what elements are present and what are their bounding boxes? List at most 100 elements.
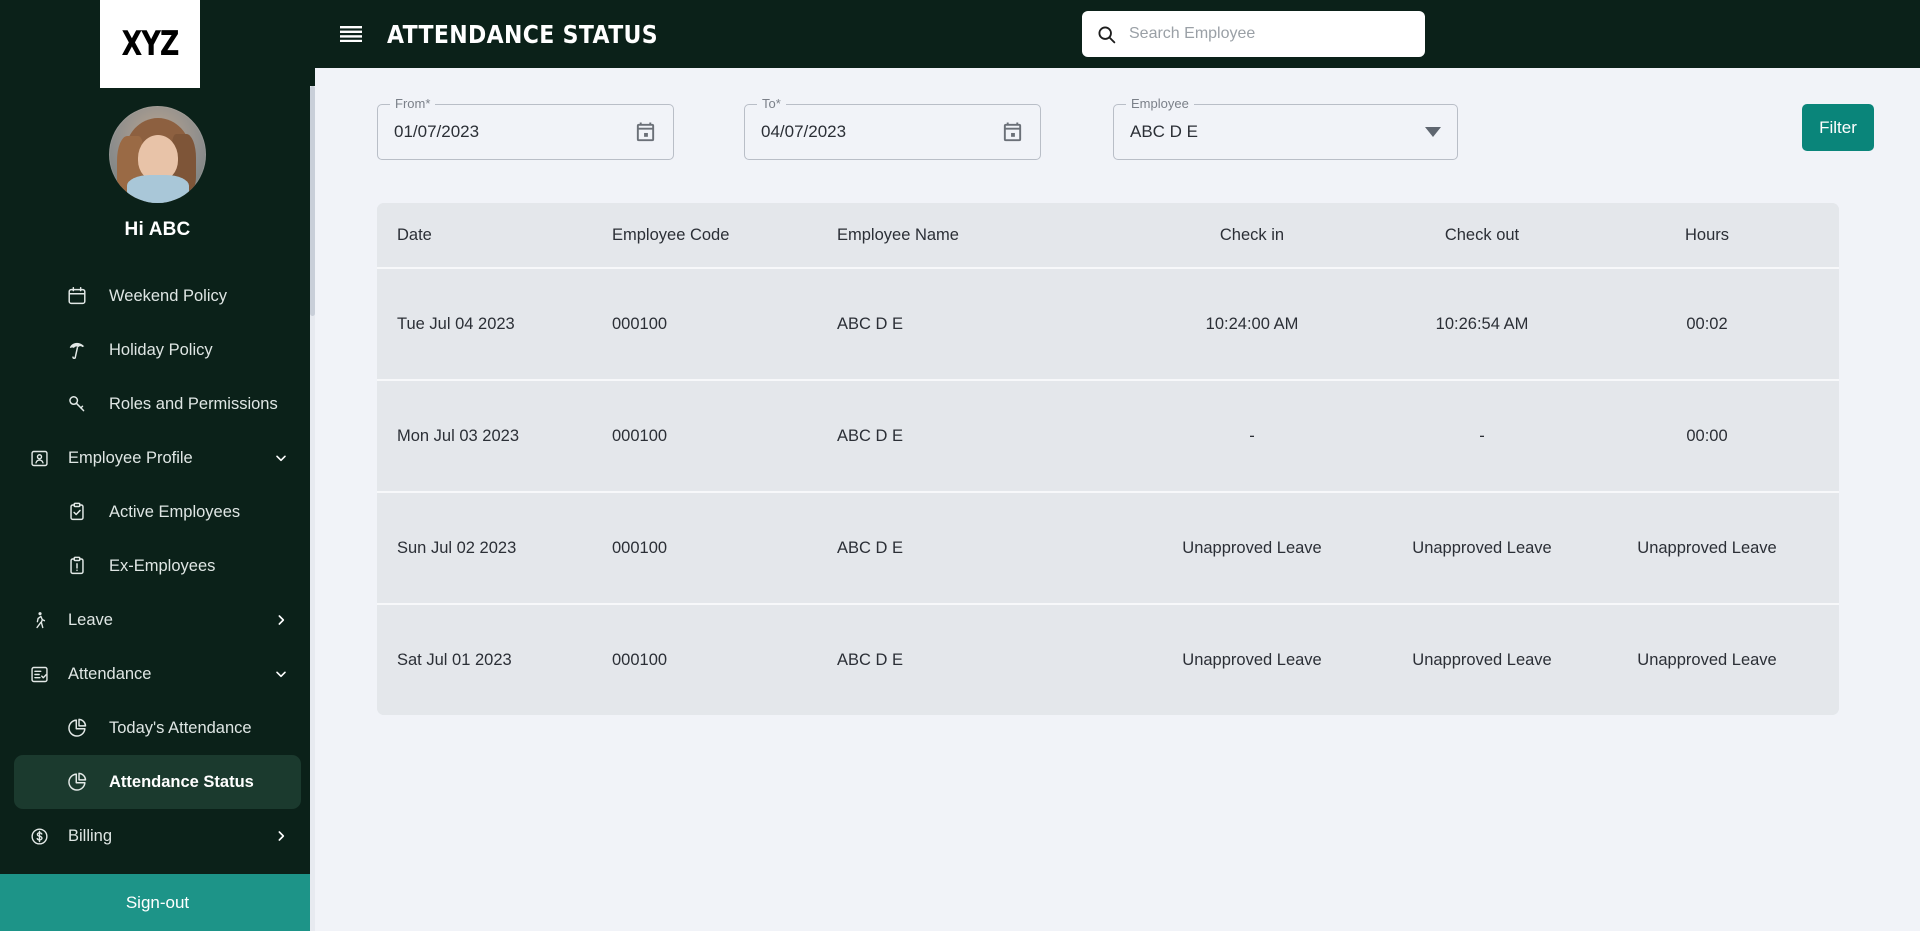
key-icon xyxy=(62,393,92,415)
column-header-code: Employee Code xyxy=(612,226,837,245)
avatar-wrapper xyxy=(0,106,315,203)
sidebar-item-attendance-status[interactable]: Attendance Status xyxy=(14,755,301,809)
beach-umbrella-icon xyxy=(62,339,92,361)
sidebar-item-label: Roles and Permissions xyxy=(109,395,278,414)
search-employee-box[interactable] xyxy=(1082,11,1425,57)
sidebar-scrollbar[interactable] xyxy=(310,86,315,931)
user-greeting: Hi ABC xyxy=(0,219,315,241)
employee-select-label: Employee xyxy=(1126,96,1194,111)
sidebar-item-holiday-policy[interactable]: Holiday Policy xyxy=(0,323,315,377)
app-root: XYZ Hi ABC Weekend Policy Holiday Policy R… xyxy=(0,0,1920,931)
filter-row: From* 01/07/2023 To* 04/07/2023 xyxy=(377,104,1874,160)
sidebar-item-label: Attendance Status xyxy=(109,773,254,792)
chevron-down-icon[interactable] xyxy=(1425,127,1441,137)
sidebar-item-label: Attendance xyxy=(68,665,151,684)
sidebar-nav: Weekend Policy Holiday Policy Roles and Pe… xyxy=(0,269,315,874)
employee-select-field[interactable]: Employee ABC D E xyxy=(1113,104,1458,160)
sidebar-item-ex-employees[interactable]: Ex-Employees xyxy=(0,539,315,593)
table-header-row: DateEmployee CodeEmployee NameCheck inCh… xyxy=(377,203,1839,267)
page-content: From* 01/07/2023 To* 04/07/2023 xyxy=(315,68,1920,931)
sidebar-item-billing[interactable]: Billing xyxy=(0,809,315,863)
clipboard-check-icon xyxy=(62,501,92,523)
sidebar-item-label: Leave xyxy=(68,611,113,630)
table-row[interactable]: Mon Jul 03 2023000100ABC D E--00:00 xyxy=(377,379,1839,491)
employee-select-value: ABC D E xyxy=(1130,122,1198,142)
cell-date: Sun Jul 02 2023 xyxy=(377,539,612,558)
sidebar-item-active-employees[interactable]: Active Employees xyxy=(0,485,315,539)
calendar-picker-icon[interactable] xyxy=(634,121,657,144)
sidebar: XYZ Hi ABC Weekend Policy Holiday Policy R… xyxy=(0,0,315,931)
cell-checkin: Unapproved Leave xyxy=(1137,539,1367,558)
search-input[interactable] xyxy=(1129,25,1411,43)
top-header: ATTENDANCE STATUS xyxy=(315,0,1920,68)
table-row[interactable]: Tue Jul 04 2023000100ABC D E10:24:00 AM1… xyxy=(377,267,1839,379)
to-date-field[interactable]: To* 04/07/2023 xyxy=(744,104,1041,160)
filter-button[interactable]: Filter xyxy=(1802,104,1874,151)
cell-checkout: 10:26:54 AM xyxy=(1367,315,1597,334)
cell-checkout: Unapproved Leave xyxy=(1367,539,1597,558)
from-date-label: From* xyxy=(390,96,435,111)
clipboard-alert-icon xyxy=(62,555,92,577)
cell-checkout: - xyxy=(1367,427,1597,446)
table-body: Tue Jul 04 2023000100ABC D E10:24:00 AM1… xyxy=(377,267,1839,715)
sidebar-item-attendance[interactable]: Attendance xyxy=(0,647,315,701)
cell-hours: 00:00 xyxy=(1597,427,1817,446)
sidebar-item-employee-profile[interactable]: Employee Profile xyxy=(0,431,315,485)
chevron-right-icon[interactable] xyxy=(273,612,289,628)
cell-hours: Unapproved Leave xyxy=(1597,539,1817,558)
cell-name: ABC D E xyxy=(837,651,1137,670)
hamburger-menu-icon[interactable] xyxy=(329,26,373,42)
table-row[interactable]: Sat Jul 01 2023000100ABC D EUnapproved L… xyxy=(377,603,1839,715)
list-check-icon xyxy=(24,664,54,685)
sidebar-item-label: Today's Attendance xyxy=(109,719,252,738)
from-date-field[interactable]: From* 01/07/2023 xyxy=(377,104,674,160)
search-icon xyxy=(1096,24,1117,45)
calendar-icon xyxy=(62,285,92,307)
chevron-down-icon[interactable] xyxy=(273,450,289,466)
pie-chart-icon xyxy=(62,771,92,793)
to-date-value: 04/07/2023 xyxy=(761,122,846,142)
cell-date: Mon Jul 03 2023 xyxy=(377,427,612,446)
id-badge-icon xyxy=(24,448,54,469)
walking-person-icon xyxy=(24,610,54,631)
cell-date: Sat Jul 01 2023 xyxy=(377,651,612,670)
sidebar-item-label: Employee Profile xyxy=(68,449,193,468)
sidebar-item-label: Weekend Policy xyxy=(109,287,227,306)
to-date-label: To* xyxy=(757,96,786,111)
chevron-right-icon[interactable] xyxy=(273,828,289,844)
dollar-circle-icon xyxy=(24,826,54,847)
cell-hours: 00:02 xyxy=(1597,315,1817,334)
attendance-table: DateEmployee CodeEmployee NameCheck inCh… xyxy=(377,203,1839,715)
cell-code: 000100 xyxy=(612,651,837,670)
column-header-date: Date xyxy=(377,226,612,245)
cell-name: ABC D E xyxy=(837,315,1137,334)
chevron-down-icon[interactable] xyxy=(273,666,289,682)
pie-chart-icon xyxy=(62,717,92,739)
cell-code: 000100 xyxy=(612,539,837,558)
cell-name: ABC D E xyxy=(837,539,1137,558)
main-area: ATTENDANCE STATUS From* 01/07/2023 xyxy=(315,0,1920,931)
cell-checkin: 10:24:00 AM xyxy=(1137,315,1367,334)
cell-hours: Unapproved Leave xyxy=(1597,651,1817,670)
from-date-value: 01/07/2023 xyxy=(394,122,479,142)
sidebar-item-today-s-attendance[interactable]: Today's Attendance xyxy=(0,701,315,755)
avatar-body xyxy=(127,175,189,203)
cell-code: 000100 xyxy=(612,315,837,334)
cell-code: 000100 xyxy=(612,427,837,446)
calendar-picker-icon[interactable] xyxy=(1001,121,1024,144)
cell-checkin: Unapproved Leave xyxy=(1137,651,1367,670)
column-header-checkin: Check in xyxy=(1137,226,1367,245)
app-logo[interactable]: XYZ xyxy=(100,0,200,88)
sidebar-scrollbar-thumb[interactable] xyxy=(310,86,315,316)
sidebar-item-leave[interactable]: Leave xyxy=(0,593,315,647)
user-avatar[interactable] xyxy=(109,106,206,203)
sidebar-item-weekend-policy[interactable]: Weekend Policy xyxy=(0,269,315,323)
cell-date: Tue Jul 04 2023 xyxy=(377,315,612,334)
sign-out-button[interactable]: Sign-out xyxy=(0,874,315,931)
cell-checkout: Unapproved Leave xyxy=(1367,651,1597,670)
xyz-logo-icon: XYZ xyxy=(122,25,179,64)
sidebar-item-roles-and-permissions[interactable]: Roles and Permissions xyxy=(0,377,315,431)
sidebar-item-label: Billing xyxy=(68,827,112,846)
table-row[interactable]: Sun Jul 02 2023000100ABC D EUnapproved L… xyxy=(377,491,1839,603)
cell-name: ABC D E xyxy=(837,427,1137,446)
